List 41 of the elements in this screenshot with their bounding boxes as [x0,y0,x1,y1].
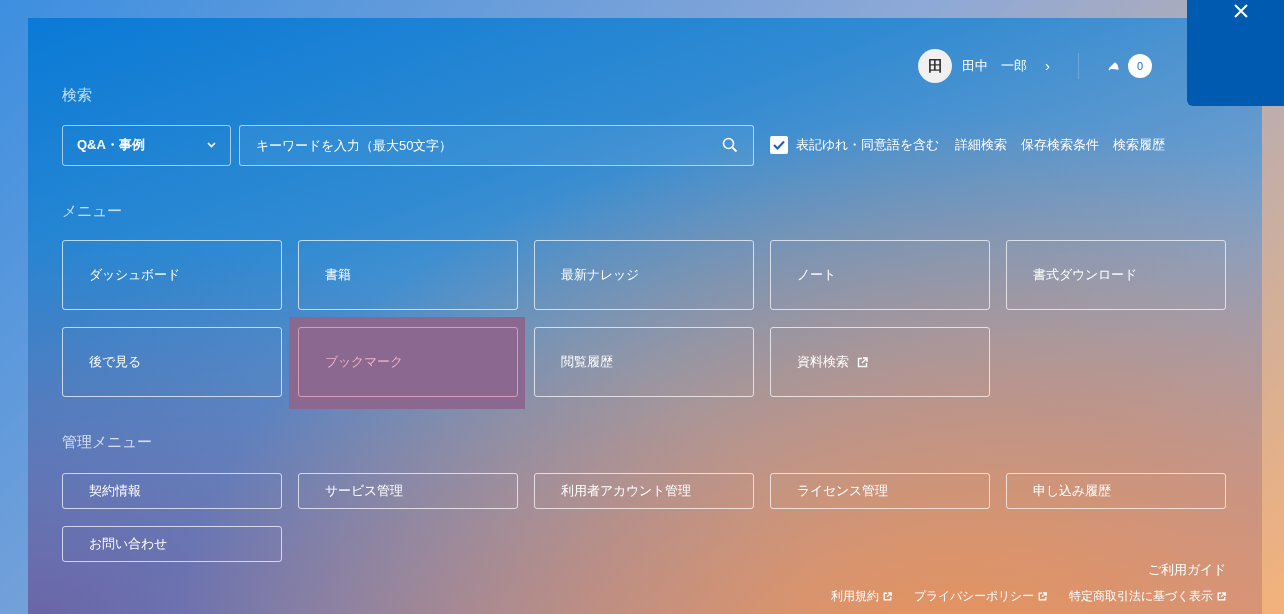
menu-tile[interactable]: ダッシュボード [62,240,282,310]
external-link-icon [1217,591,1226,601]
menu-tile[interactable]: ノート [770,240,990,310]
category-value: Q&A・事例 [77,136,145,155]
user-menu[interactable]: 田 田中 一郎 › [918,49,1050,83]
menu-tile[interactable]: 後で見る [62,327,282,397]
keyword-field[interactable]: キーワードを入力（最大50文字） [239,124,754,166]
checkbox-label: 表記ゆれ・同意語を含む [796,136,939,155]
external-link-icon [883,591,892,601]
menu-tile[interactable]: 書式ダウンロード [1006,240,1226,310]
admin-menu-tile[interactable]: お問い合わせ [62,525,282,562]
menu-tile[interactable]: 閲覧履歴 [534,327,754,397]
section-heading: 管理メニュー [62,432,152,452]
menu-tile[interactable]: ブックマーク [298,327,518,397]
search-link[interactable]: 保存検索条件 [1021,135,1099,155]
section-heading: メニュー [62,200,122,221]
admin-menu-tile[interactable]: 申し込み履歴 [1006,472,1226,509]
user-avatar: 田 [918,49,952,83]
close-icon[interactable] [1233,4,1248,18]
admin-menu-tile[interactable]: ライセンス管理 [770,472,990,509]
external-link-icon [1038,591,1047,601]
footer-link[interactable]: 特定商取引法に基づく表示 [1069,589,1226,603]
user-name: 田中 一郎 [962,57,1027,76]
checkbox[interactable] [770,136,788,154]
guide-heading: ご利用ガイド [1148,560,1226,579]
menu-tile[interactable]: 書籍 [298,240,518,310]
footer-link[interactable]: プライバシーポリシー [914,589,1047,603]
search-link[interactable]: 詳細検索 [955,135,1007,155]
footer-link[interactable]: 利用規約 [831,589,892,603]
search-link[interactable]: 検索履歴 [1113,135,1165,155]
chevron-down-icon [207,142,216,148]
category-dropdown[interactable]: Q&A・事例 [62,124,231,166]
menu-tile[interactable]: 資料検索 [770,327,990,397]
notification-count: 0 [1128,54,1152,78]
admin-menu-tile[interactable]: 利用者アカウント管理 [534,472,754,509]
search-icon[interactable] [722,136,738,153]
admin-menu-tile[interactable]: 契約情報 [62,472,282,509]
admin-menu-tile[interactable]: サービス管理 [298,472,518,509]
section-heading: 検索 [62,85,92,105]
chevron-text: › [1045,55,1050,76]
menu-tile[interactable]: 最新ナレッジ [534,240,754,310]
